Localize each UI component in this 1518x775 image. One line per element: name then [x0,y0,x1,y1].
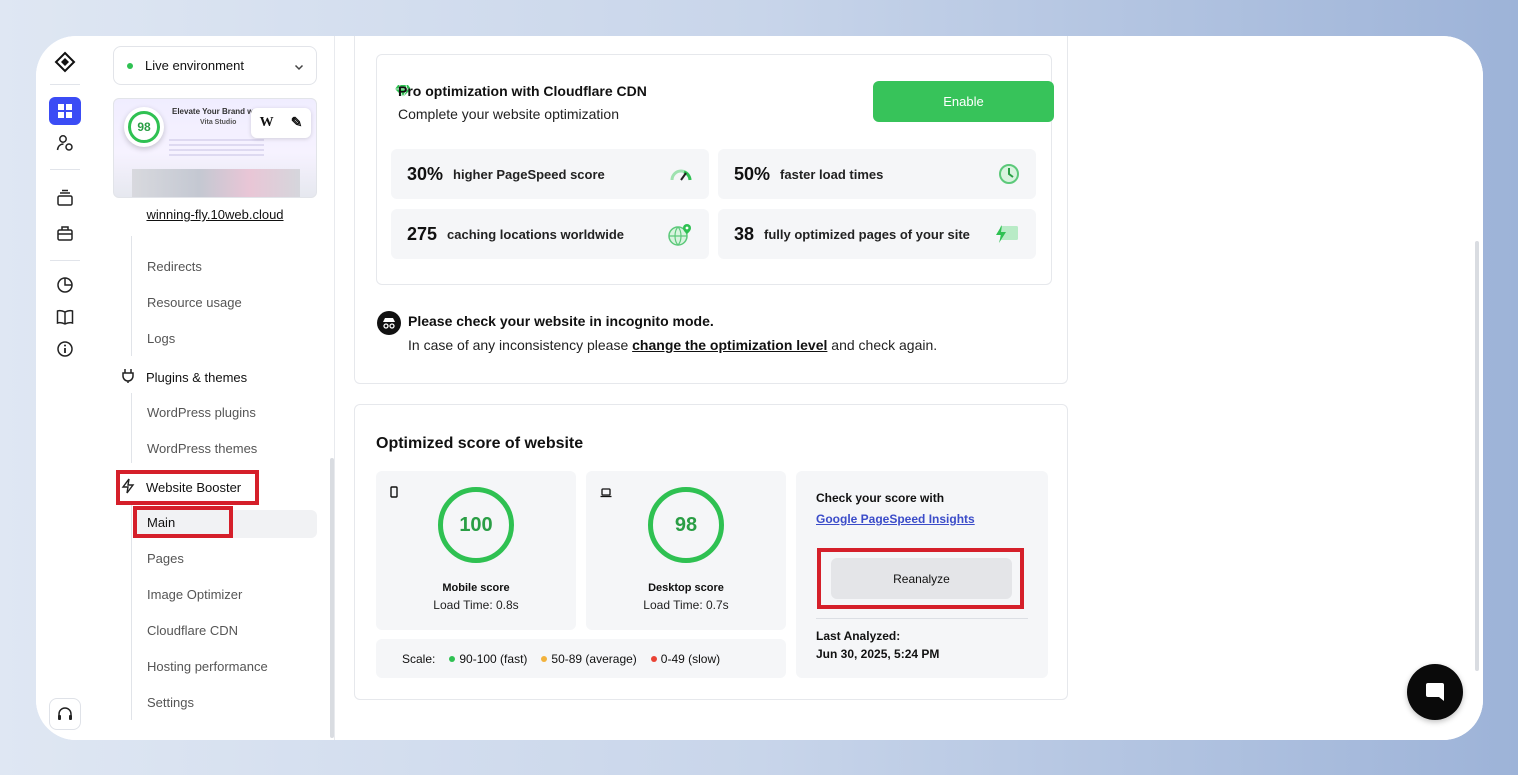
clock-icon [998,163,1020,190]
main-content: Pro optimization with Cloudflare CDN Com… [336,36,1483,740]
lightning-page-icon [994,223,1020,250]
sidebar-item-hosting-performance[interactable]: Hosting performance [147,657,268,677]
status-dot [127,62,133,69]
edit-icon[interactable]: ✎ [291,115,303,132]
stat-pagespeed: 30% higher PageSpeed score [391,149,709,199]
incognito-notice-title: Please check your website in incognito m… [408,313,714,329]
briefcase-icon[interactable] [49,219,81,247]
preview-toolbar: W ✎ [251,108,311,138]
app-window: Live environment Elevate Your Brand w Vi… [36,36,1483,740]
mobile-score-box: 100 Mobile score Load Time: 0.8s [376,471,576,630]
info-icon[interactable] [49,335,81,363]
site-domain-link[interactable]: winning-fly.10web.cloud [95,207,335,222]
check-score-box: Check your score with Google PageSpeed I… [796,471,1048,678]
user-settings-icon[interactable] [49,129,81,157]
chevron-down-icon [294,60,304,75]
desktop-load-time: Load Time: 0.7s [643,598,729,612]
preview-subheadline: Vita Studio [200,119,237,126]
sidebar-item-image-optimizer[interactable]: Image Optimizer [147,585,242,605]
chat-button[interactable] [1407,664,1463,720]
sidebar-item-wordpress-plugins[interactable]: WordPress plugins [147,403,256,423]
sidebar-item-settings[interactable]: Settings [147,693,194,713]
score-scale-legend: Scale: 90-100 (fast) 50-89 (average) 0-4… [376,639,786,678]
highlight-box [116,470,259,505]
desktop-score-box: 98 Desktop score Load Time: 0.7s [586,471,786,630]
environment-label: Live environment [145,58,244,73]
logo-icon[interactable] [49,48,81,76]
slow-dot [650,655,657,662]
stat-load-times: 50% faster load times [718,149,1036,199]
sidebar-section-plugins[interactable]: Plugins & themes [120,366,247,388]
check-score-title: Check your score with [816,491,945,505]
sidebar-item-pages[interactable]: Pages [147,549,184,569]
plug-icon [120,368,136,387]
desktop-score-ring: 98 [648,487,724,563]
pro-optimization-card: Pro optimization with Cloudflare CDN Com… [354,36,1068,384]
site-preview[interactable]: Elevate Your Brand w Vita Studio 98 W ✎ [113,98,317,198]
score-badge: 98 [124,107,164,147]
optimized-score-title: Optimized score of website [376,435,584,452]
speedometer-icon [669,163,693,190]
stat-caching-locations: 275 caching locations worldwide [391,209,709,259]
sidebar-section-label: Plugins & themes [146,369,248,385]
last-analyzed-label: Last Analyzed: [816,629,901,643]
layers-icon[interactable] [49,184,81,212]
desktop-score-label: Desktop score [648,582,724,594]
headset-icon[interactable] [49,698,81,730]
sidebar-item-resource-usage[interactable]: Resource usage [147,293,242,313]
last-analyzed-date: Jun 30, 2025, 5:24 PM [816,647,940,661]
average-dot [541,655,548,662]
incognito-icon [377,311,401,335]
mobile-score-ring: 100 [438,487,514,563]
pro-subtitle: Complete your website optimization [398,106,619,122]
sidebar-item-redirects[interactable]: Redirects [147,257,202,277]
pro-title: Pro optimization with Cloudflare CDN [398,83,647,99]
sidebar-item-wordpress-themes[interactable]: WordPress themes [147,439,257,459]
optimized-score-card: Optimized score of website 100 Mobile sc… [354,404,1068,700]
sidebar-item-logs[interactable]: Logs [147,329,175,349]
sidebar-item-cloudflare-cdn[interactable]: Cloudflare CDN [147,621,238,641]
highlight-box [817,548,1024,609]
stat-optimized-pages: 38 fully optimized pages of your site [718,209,1036,259]
wordpress-icon[interactable]: W [260,115,274,131]
preview-headline: Elevate Your Brand w [172,107,254,116]
icon-rail [36,36,94,740]
main-scrollbar[interactable] [1475,241,1479,671]
analytics-icon[interactable] [49,271,81,299]
globe-pin-icon [667,223,693,252]
chat-icon [1426,683,1444,701]
sidebar: Live environment Elevate Your Brand w Vi… [95,36,335,740]
preview-image [132,169,300,197]
change-optimization-link[interactable]: change the optimization level [632,337,827,353]
websites-icon[interactable] [49,97,81,125]
incognito-notice-text: In case of any inconsistency please chan… [408,337,938,353]
pagespeed-insights-link[interactable]: Google PageSpeed Insights [816,512,975,526]
mobile-score-label: Mobile score [442,582,510,594]
environment-select[interactable]: Live environment [113,46,317,85]
book-icon[interactable] [49,303,81,331]
enable-button[interactable]: Enable [873,81,1054,122]
desktop-icon [600,485,612,503]
highlight-box [133,506,233,538]
fast-dot [449,655,456,662]
mobile-icon [390,485,398,503]
mobile-load-time: Load Time: 0.8s [433,598,519,612]
sidebar-scrollbar[interactable] [330,458,334,738]
